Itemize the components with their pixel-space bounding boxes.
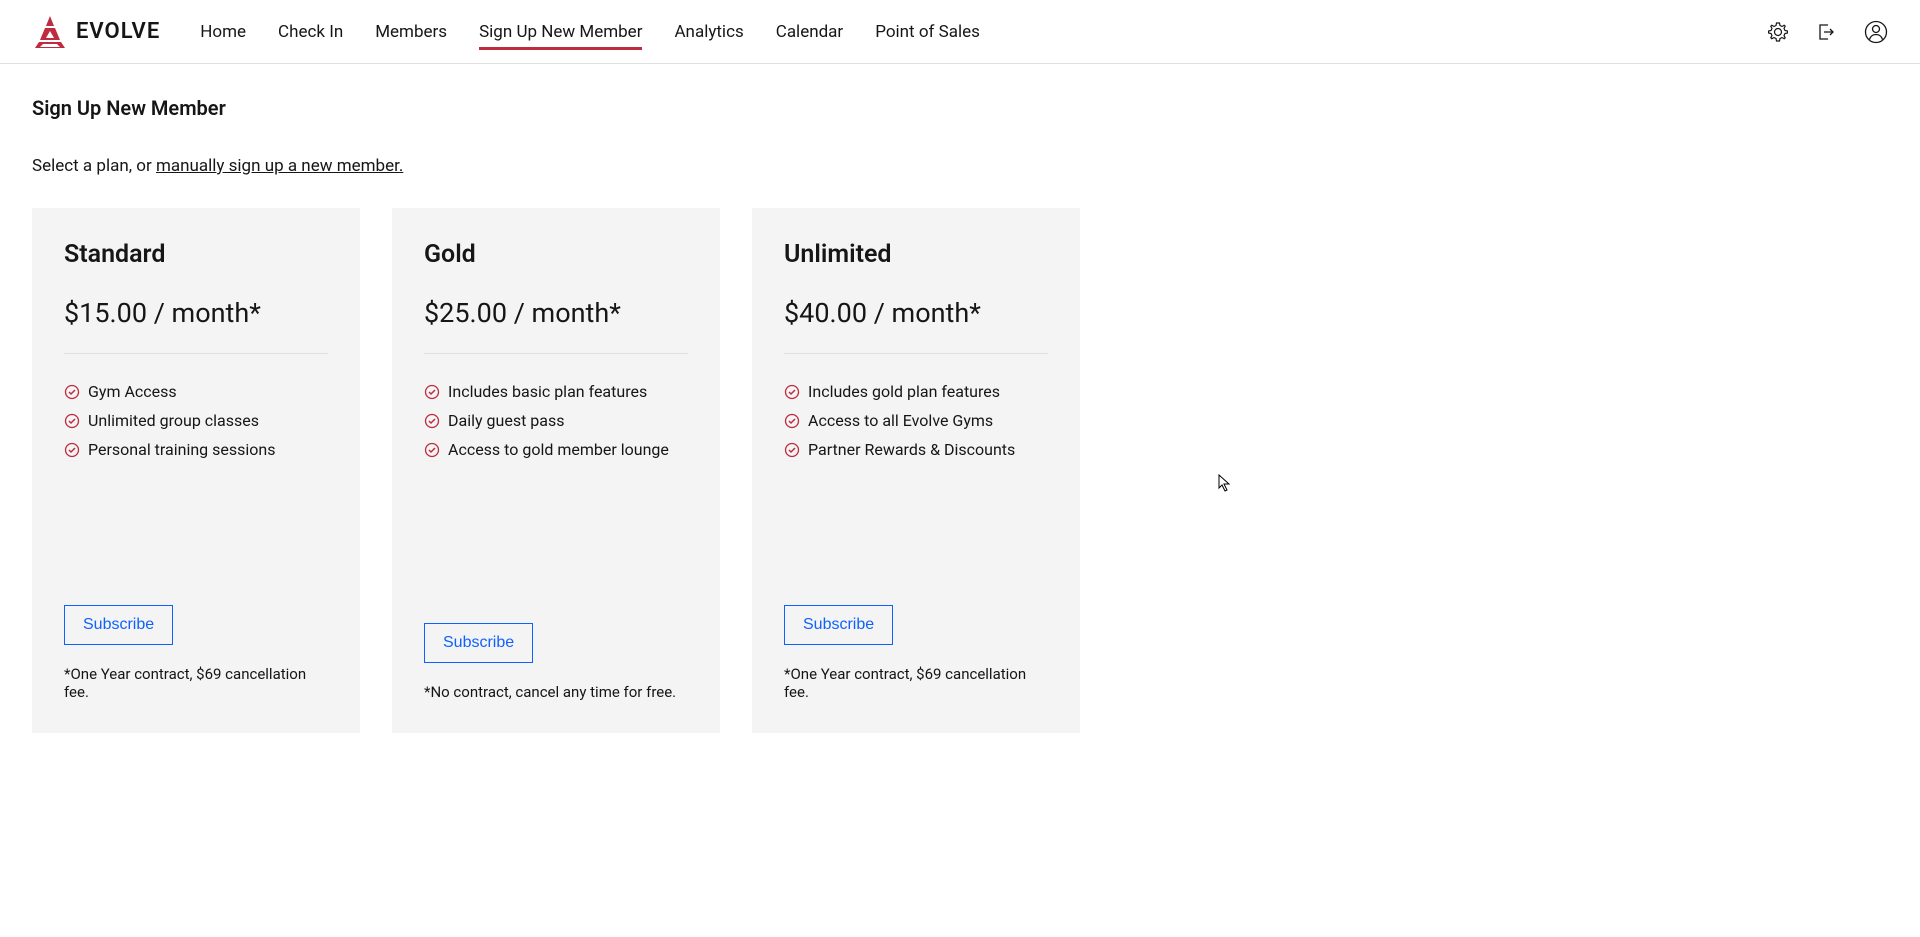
check-circle-icon — [424, 442, 440, 458]
plan-name: Unlimited — [784, 240, 1048, 269]
feature-item: Partner Rewards & Discounts — [784, 440, 1048, 459]
nav-point-of-sales[interactable]: Point of Sales — [875, 4, 980, 60]
plan-card-unlimited: Unlimited $40.00 / month* Includes gold … — [752, 208, 1080, 733]
nav-check-in[interactable]: Check In — [278, 4, 343, 60]
page-content: Sign Up New Member Select a plan, or man… — [0, 64, 1920, 765]
plan-divider — [424, 353, 688, 354]
check-circle-icon — [784, 413, 800, 429]
feature-item: Daily guest pass — [424, 411, 688, 430]
nav-analytics[interactable]: Analytics — [674, 4, 743, 60]
page-subtitle: Select a plan, or manually sign up a new… — [32, 156, 1888, 176]
logout-icon[interactable] — [1816, 22, 1836, 42]
check-circle-icon — [64, 384, 80, 400]
subscribe-button[interactable]: Subscribe — [784, 605, 893, 645]
plan-fine-print: *No contract, cancel any time for free. — [424, 683, 688, 701]
plan-features: Includes basic plan features Daily guest… — [424, 382, 688, 459]
plan-cards: Standard $15.00 / month* Gym Access Unli… — [32, 208, 1888, 733]
logo-icon — [32, 14, 68, 50]
feature-text: Personal training sessions — [88, 440, 276, 459]
card-footer: Subscribe *One Year contract, $69 cancel… — [64, 605, 328, 701]
settings-icon[interactable] — [1768, 22, 1788, 42]
subscribe-button[interactable]: Subscribe — [424, 623, 533, 663]
feature-item: Access to all Evolve Gyms — [784, 411, 1048, 430]
plan-fine-print: *One Year contract, $69 cancellation fee… — [64, 665, 328, 701]
app-header: EVOLVE Home Check In Members Sign Up New… — [0, 0, 1920, 64]
check-circle-icon — [64, 413, 80, 429]
nav-sign-up-new-member[interactable]: Sign Up New Member — [479, 4, 642, 60]
manual-signup-link[interactable]: manually sign up a new member. — [156, 156, 403, 176]
feature-text: Gym Access — [88, 382, 177, 401]
plan-price: $25.00 / month* — [424, 297, 688, 329]
nav-members[interactable]: Members — [375, 4, 447, 60]
feature-text: Daily guest pass — [448, 411, 564, 430]
feature-text: Includes gold plan features — [808, 382, 1000, 401]
feature-item: Personal training sessions — [64, 440, 328, 459]
feature-text: Access to gold member lounge — [448, 440, 669, 459]
logo[interactable]: EVOLVE — [32, 14, 160, 50]
plan-price: $40.00 / month* — [784, 297, 1048, 329]
plan-features: Gym Access Unlimited group classes Perso… — [64, 382, 328, 459]
nav-home[interactable]: Home — [200, 4, 246, 60]
feature-item: Includes gold plan features — [784, 382, 1048, 401]
feature-text: Unlimited group classes — [88, 411, 259, 430]
plan-divider — [64, 353, 328, 354]
feature-text: Includes basic plan features — [448, 382, 647, 401]
plan-fine-print: *One Year contract, $69 cancellation fee… — [784, 665, 1048, 701]
plan-card-gold: Gold $25.00 / month* Includes basic plan… — [392, 208, 720, 733]
main-nav: Home Check In Members Sign Up New Member… — [200, 4, 1768, 60]
card-footer: Subscribe *One Year contract, $69 cancel… — [784, 605, 1048, 701]
nav-calendar[interactable]: Calendar — [776, 4, 843, 60]
feature-item: Unlimited group classes — [64, 411, 328, 430]
plan-price: $15.00 / month* — [64, 297, 328, 329]
user-icon[interactable] — [1864, 20, 1888, 44]
feature-item: Includes basic plan features — [424, 382, 688, 401]
check-circle-icon — [424, 413, 440, 429]
subtitle-prefix: Select a plan, or — [32, 156, 156, 176]
check-circle-icon — [784, 442, 800, 458]
check-circle-icon — [64, 442, 80, 458]
plan-features: Includes gold plan features Access to al… — [784, 382, 1048, 459]
feature-item: Gym Access — [64, 382, 328, 401]
feature-item: Access to gold member lounge — [424, 440, 688, 459]
feature-text: Partner Rewards & Discounts — [808, 440, 1015, 459]
logo-text: EVOLVE — [76, 19, 160, 44]
header-icons — [1768, 20, 1888, 44]
card-footer: Subscribe *No contract, cancel any time … — [424, 623, 688, 701]
check-circle-icon — [424, 384, 440, 400]
feature-text: Access to all Evolve Gyms — [808, 411, 993, 430]
check-circle-icon — [784, 384, 800, 400]
plan-name: Standard — [64, 240, 328, 269]
plan-divider — [784, 353, 1048, 354]
subscribe-button[interactable]: Subscribe — [64, 605, 173, 645]
plan-card-standard: Standard $15.00 / month* Gym Access Unli… — [32, 208, 360, 733]
plan-name: Gold — [424, 240, 688, 269]
page-title: Sign Up New Member — [32, 96, 1888, 120]
